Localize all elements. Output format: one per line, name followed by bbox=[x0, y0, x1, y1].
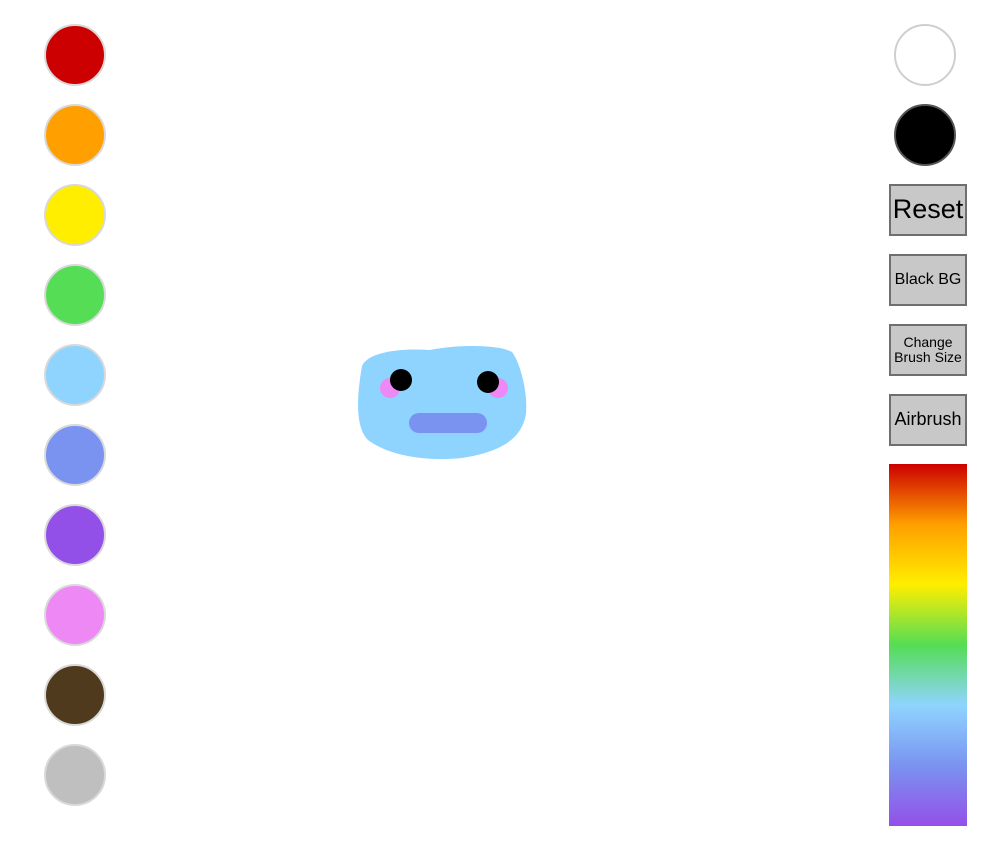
black-swatch[interactable] bbox=[894, 104, 956, 166]
swatch-light-blue[interactable] bbox=[44, 344, 106, 406]
face-blob bbox=[358, 346, 527, 460]
change-brush-size-button[interactable]: Change Brush Size bbox=[889, 324, 967, 376]
swatch-yellow[interactable] bbox=[44, 184, 106, 246]
drawing-canvas[interactable] bbox=[130, 0, 870, 850]
airbrush-button[interactable]: Airbrush bbox=[889, 394, 967, 446]
swatch-brown[interactable] bbox=[44, 664, 106, 726]
swatch-orange[interactable] bbox=[44, 104, 106, 166]
left-color-palette bbox=[44, 24, 106, 824]
swatch-red[interactable] bbox=[44, 24, 106, 86]
swatch-purple[interactable] bbox=[44, 504, 106, 566]
black-bg-button[interactable]: Black BG bbox=[889, 254, 967, 306]
white-swatch[interactable] bbox=[894, 24, 956, 86]
face-drawing bbox=[358, 346, 527, 460]
paint-app: Reset Black BG Change Brush Size Airbrus… bbox=[0, 0, 1000, 850]
right-eye bbox=[477, 371, 499, 393]
mouth bbox=[409, 413, 487, 433]
swatch-pink[interactable] bbox=[44, 584, 106, 646]
swatch-green[interactable] bbox=[44, 264, 106, 326]
left-eye bbox=[390, 369, 412, 391]
swatch-periwinkle[interactable] bbox=[44, 424, 106, 486]
rainbow-color-picker[interactable] bbox=[889, 464, 967, 826]
reset-button[interactable]: Reset bbox=[889, 184, 967, 236]
swatch-gray[interactable] bbox=[44, 744, 106, 806]
right-tool-panel: Reset Black BG Change Brush Size Airbrus… bbox=[889, 24, 967, 826]
